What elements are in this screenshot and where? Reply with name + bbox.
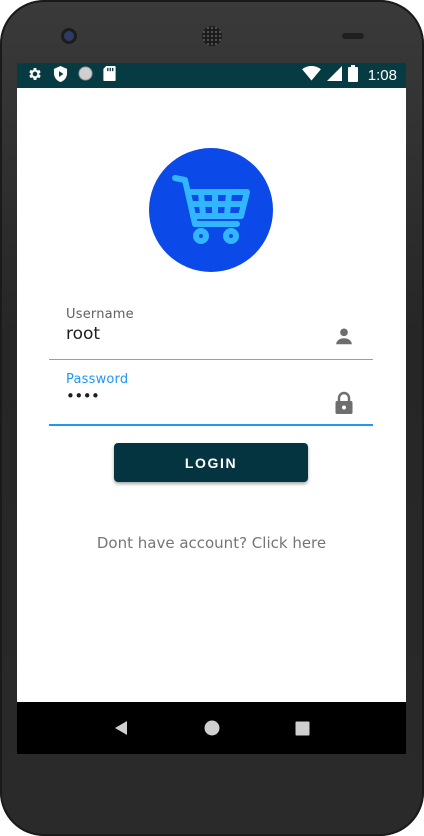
settings-icon [27,66,43,86]
recents-icon[interactable] [288,713,318,743]
login-screen: Username root Password •••• LOGIN Dont h… [17,88,406,702]
circle-icon [78,66,93,85]
device-frame: 1:08 Username root Password •••• LOGIN D… [0,0,424,836]
signup-link[interactable]: Dont have account? Click here [17,534,406,552]
login-button[interactable]: LOGIN [114,443,308,482]
password-label: Password [66,372,129,387]
password-underline [49,424,373,426]
app-logo [149,148,273,272]
screen: 1:08 Username root Password •••• LOGIN D… [17,63,406,754]
password-field[interactable]: Password •••• [49,369,373,427]
wifi-icon [301,66,321,85]
password-input[interactable]: •••• [66,387,100,405]
proximity-sensor [342,33,364,39]
status-bar: 1:08 [17,63,406,88]
person-icon [333,325,355,351]
username-input[interactable]: root [66,324,100,344]
battery-icon [347,65,358,86]
username-field[interactable]: Username root [49,303,373,361]
front-camera [64,31,74,41]
earpiece-speaker [202,26,222,46]
username-underline [49,359,373,360]
signal-icon [326,66,342,85]
home-icon[interactable] [197,713,227,743]
lock-icon [333,391,355,419]
sd-card-icon [103,66,116,85]
back-icon[interactable] [106,713,136,743]
play-protect-icon [53,65,68,86]
navigation-bar [17,702,406,754]
status-time: 1:08 [367,67,397,84]
username-label: Username [66,307,134,322]
shopping-cart-icon [172,175,250,244]
